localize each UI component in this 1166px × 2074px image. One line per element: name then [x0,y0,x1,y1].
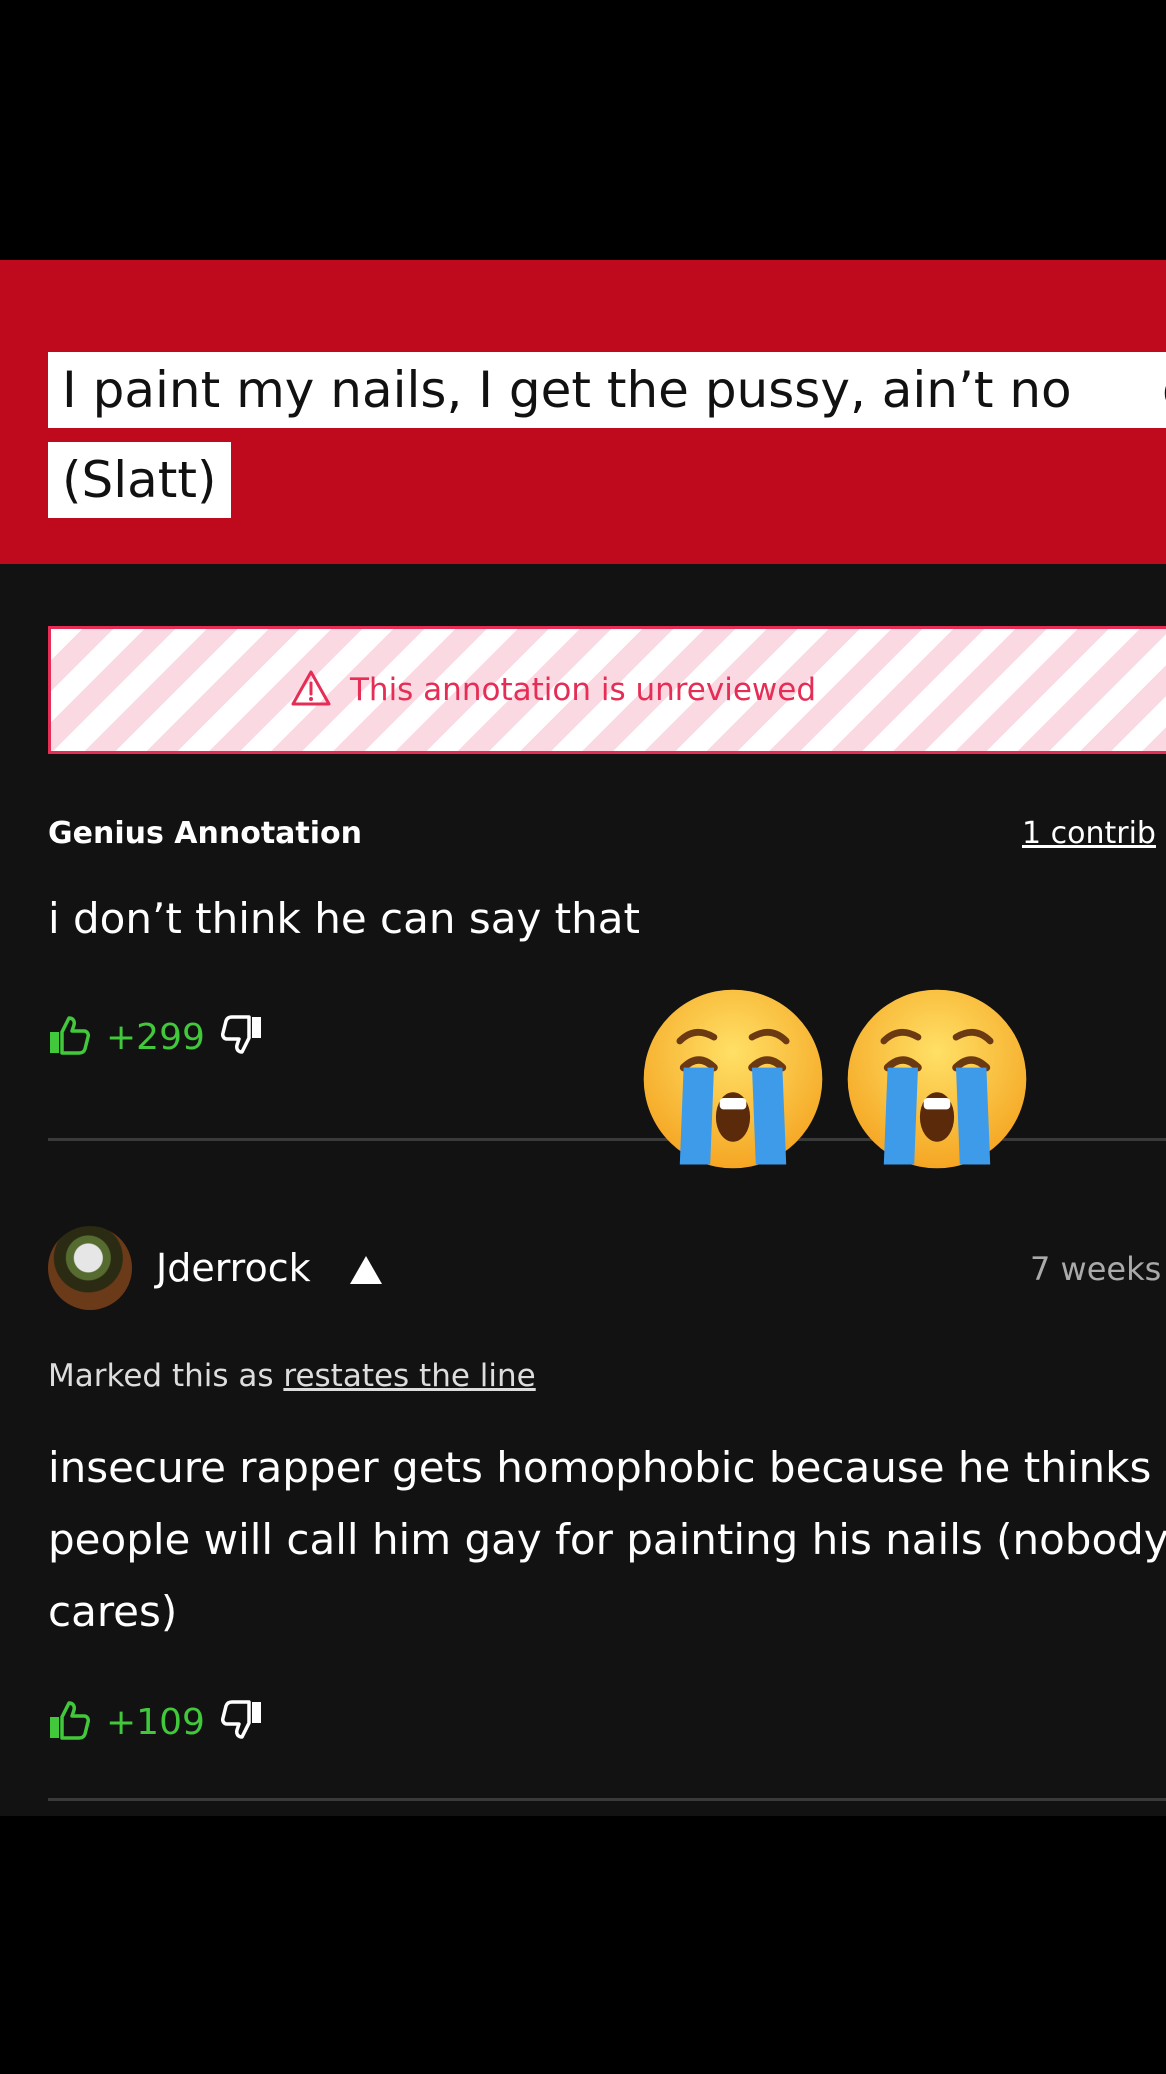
warning-triangle-icon [290,669,332,711]
thumbs-down-icon[interactable] [220,1699,263,1745]
marked-as-row: Marked this as restates the line [48,1358,536,1394]
comment-timestamp: 7 weeks [1030,1250,1162,1288]
lyric-line-1-end: ot [1162,352,1166,428]
role-triangle-icon [348,1254,384,1290]
comment-body: insecure rapper gets homophobic because … [48,1432,1166,1648]
lyric-line-1-text: I paint my nails, I get the pussy, ain’t… [62,361,1106,419]
marked-link[interactable]: restates the line [283,1358,535,1394]
thumbs-down-icon[interactable] [220,1014,263,1060]
annotation-vote-count: +299 [106,1016,205,1058]
lyric-censor-gap [1078,352,1162,428]
comment-vote-row: +109 [48,1699,263,1745]
lyric-banner: I paint my nails, I get the pussy, ain’t… [0,260,1166,564]
annotation-vote-row: +299 [48,1014,263,1060]
comment-line: insecure rapper gets homophobic because … [48,1443,1152,1492]
unreviewed-banner: This annotation is unreviewed [48,626,1166,754]
comment-username[interactable]: Jderrock [156,1246,311,1290]
thumbs-up-icon[interactable] [48,1699,90,1745]
crying-face-icon [842,984,1032,1174]
comment-vote-count: +109 [106,1701,205,1743]
divider [48,1798,1166,1801]
crying-face-icon [638,984,828,1174]
lyric-line-1[interactable]: I paint my nails, I get the pussy, ain’t… [48,352,1166,428]
avatar[interactable] [48,1226,132,1310]
top-black-bar [0,0,1166,260]
thumbs-up-icon[interactable] [48,1014,90,1060]
bottom-black-bar [0,1816,1166,2074]
lyric-line-2[interactable]: (Slatt) [48,442,231,518]
comment-line: people will call him gay for painting hi… [48,1515,1166,1564]
marked-prefix: Marked this as [48,1358,284,1394]
annotation-body: i don’t think he can say that [48,894,640,943]
comment-line: cares) [48,1587,178,1636]
contributors-link[interactable]: 1 contrib [1022,816,1156,851]
annotation-panel: This annotation is unreviewed Genius Ann… [0,564,1166,1816]
unreviewed-text: This annotation is unreviewed [349,672,817,708]
annotation-header: Genius Annotation [48,816,362,851]
lyric-line-2-text: (Slatt) [62,451,217,509]
